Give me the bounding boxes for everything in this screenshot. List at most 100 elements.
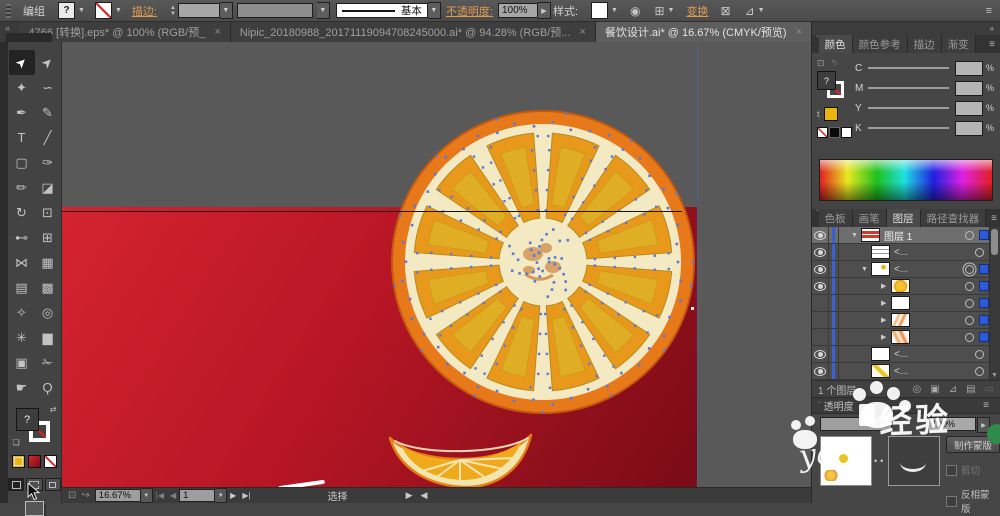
perspective-grid-tool[interactable]: ⊞ xyxy=(35,225,61,250)
visibility-cell[interactable] xyxy=(812,227,829,243)
first-artboard-icon[interactable]: |◀ xyxy=(156,491,164,500)
artboard-number-field[interactable]: 1 xyxy=(179,489,216,502)
next-artboard-icon[interactable]: ▶ xyxy=(230,491,236,500)
paintbrush-tool[interactable]: ✑ xyxy=(35,150,61,175)
tab-描边[interactable]: 描边 xyxy=(907,35,942,53)
rectangle-tool[interactable]: ▢ xyxy=(9,150,35,175)
prev-artboard-icon[interactable]: ◀ xyxy=(170,491,176,500)
orange-slice-artwork[interactable] xyxy=(383,102,703,422)
brush-dropdown[interactable]: ▼ xyxy=(427,2,441,19)
fill-indicator[interactable]: ? xyxy=(15,408,39,431)
opacity-link[interactable]: 不透明度: xyxy=(446,3,493,19)
eraser-tool[interactable]: ◪ xyxy=(35,175,61,200)
target-icon[interactable] xyxy=(965,332,974,342)
zoom-field[interactable]: 16.67% xyxy=(94,489,141,502)
layer-row-2[interactable]: <... xyxy=(812,244,1000,261)
channel-slider[interactable] xyxy=(868,87,949,89)
recolor-artwork-icon[interactable]: ◉ xyxy=(630,4,640,18)
tab-路径查找器[interactable]: 路径查找器 xyxy=(920,209,987,227)
panel-collapse-icon[interactable]: ˇ xyxy=(818,401,821,410)
canvas-area[interactable]: ⊡ ↪ 16.67% ▼ |◀ ◀ 1 ▼ ▶ ▶| 选择 ▶ ◀ xyxy=(62,42,812,503)
style-control[interactable]: ▼ xyxy=(591,2,618,19)
artboard-tool[interactable]: ▣ xyxy=(9,350,35,375)
target-icon[interactable] xyxy=(965,315,974,325)
visibility-cell[interactable] xyxy=(812,261,829,277)
layer-label[interactable]: <... xyxy=(894,349,975,360)
zoom-tool[interactable]: Ϙ xyxy=(35,375,61,400)
window-icon[interactable]: ⊡ xyxy=(68,490,76,501)
layer-row-5[interactable]: ▶ xyxy=(812,295,1000,312)
revert-icon[interactable]: ↰ xyxy=(831,58,839,69)
close-icon[interactable]: × xyxy=(214,26,220,38)
artboard-dropdown[interactable]: ▼ xyxy=(215,488,228,503)
column-graph-tool[interactable]: ▆ xyxy=(35,325,61,350)
target-icon[interactable] xyxy=(965,264,974,274)
tab-色板[interactable]: 色板 xyxy=(818,209,853,227)
slice-tool[interactable]: ✁ xyxy=(35,350,61,375)
pencil-tool[interactable]: ✏ xyxy=(9,175,35,200)
black-swatch[interactable] xyxy=(829,127,840,138)
expander-icon[interactable]: ▼ xyxy=(861,266,871,273)
free-transform-tool[interactable]: ⊡ xyxy=(35,200,61,225)
transparency-menu-icon[interactable]: ≡ xyxy=(978,400,994,411)
panel-menu-icon[interactable]: ≡ xyxy=(986,209,1000,227)
channel-value-field[interactable] xyxy=(954,120,983,136)
delete-layer-icon[interactable]: ▭ xyxy=(985,384,994,395)
dock-collapse-header[interactable]: » xyxy=(812,22,1000,35)
swap-fill-stroke-icon[interactable]: ⇄ xyxy=(50,405,57,414)
blend-tool[interactable]: ◎ xyxy=(35,300,61,325)
tab-颜色参考[interactable]: 颜色参考 xyxy=(852,35,908,53)
object-thumbnail[interactable] xyxy=(820,436,872,486)
pen-tool[interactable]: ✒ xyxy=(9,100,35,125)
selection-proxy[interactable] xyxy=(979,315,989,325)
visibility-cell[interactable] xyxy=(812,363,829,379)
target-icon[interactable] xyxy=(965,298,974,308)
close-icon[interactable]: × xyxy=(796,26,802,38)
stroke-width-dropdown[interactable]: ▼ xyxy=(219,2,233,19)
visibility-cell[interactable] xyxy=(812,312,829,328)
target-icon[interactable] xyxy=(975,349,984,359)
color-spectrum-bar[interactable] xyxy=(819,159,993,201)
stroke-color-control[interactable]: ▼ xyxy=(94,2,122,19)
align-icon[interactable]: ⊞ ▼ xyxy=(654,4,674,18)
gradient-tool[interactable]: ▩ xyxy=(35,275,61,300)
layer-label[interactable]: <... xyxy=(894,247,975,258)
selection-proxy[interactable] xyxy=(979,264,989,274)
style-swatch[interactable] xyxy=(591,2,609,19)
target-icon[interactable] xyxy=(975,366,984,376)
fill-color-control[interactable]: ? ▼ xyxy=(58,2,85,19)
opacity-field[interactable]: 100% xyxy=(497,3,538,18)
document-tab-3[interactable]: 餐饮设计.ai* @ 16.67% (CMYK/预览) × xyxy=(595,22,812,42)
layer-row-1[interactable]: ▼ 图层 1 xyxy=(812,227,1000,244)
controlbar-menu-icon[interactable]: ≡ xyxy=(986,5,992,17)
shear-icon[interactable]: ⊿ ▼ xyxy=(745,4,765,18)
perspective-selection-tool[interactable]: ▦ xyxy=(35,250,61,275)
channel-slider[interactable] xyxy=(868,107,949,109)
symbol-sprayer-tool[interactable]: ✳ xyxy=(9,325,35,350)
rotate-tool[interactable]: ↻ xyxy=(9,200,35,225)
last-artboard-icon[interactable]: ▶| xyxy=(242,491,250,500)
channel-value-field[interactable] xyxy=(954,80,983,96)
layer-thumbnail[interactable] xyxy=(871,262,890,276)
layer-thumbnail[interactable] xyxy=(891,330,910,344)
mesh-tool[interactable]: ▤ xyxy=(9,275,35,300)
tab-颜色[interactable]: 颜色 xyxy=(818,35,853,53)
none-button[interactable] xyxy=(44,455,57,468)
share-icon[interactable]: ↪ xyxy=(81,490,89,501)
expander-icon[interactable]: ▶ xyxy=(881,333,891,341)
target-icon[interactable] xyxy=(965,230,974,240)
channel-slider[interactable] xyxy=(868,127,949,129)
scroll-right-icon[interactable]: ▶ xyxy=(406,490,413,501)
stroke-width-field[interactable] xyxy=(177,3,220,18)
visibility-cell[interactable] xyxy=(812,278,829,294)
visibility-cell[interactable] xyxy=(812,244,829,260)
fill-stroke-widget[interactable]: ? ⇄ ❏ xyxy=(13,405,57,447)
swap-colors-icon[interactable]: ⊡ xyxy=(817,58,825,69)
stroke-link[interactable]: 描边: xyxy=(132,3,157,19)
expander-icon[interactable]: ▶ xyxy=(881,316,891,324)
white-swatch[interactable] xyxy=(841,127,852,138)
panel-fill-stroke-widget[interactable]: ? xyxy=(817,71,845,99)
close-icon[interactable]: × xyxy=(579,26,585,38)
horizontal-path-line[interactable] xyxy=(62,211,682,212)
opacity-dropdown[interactable]: ▶ xyxy=(537,2,551,19)
